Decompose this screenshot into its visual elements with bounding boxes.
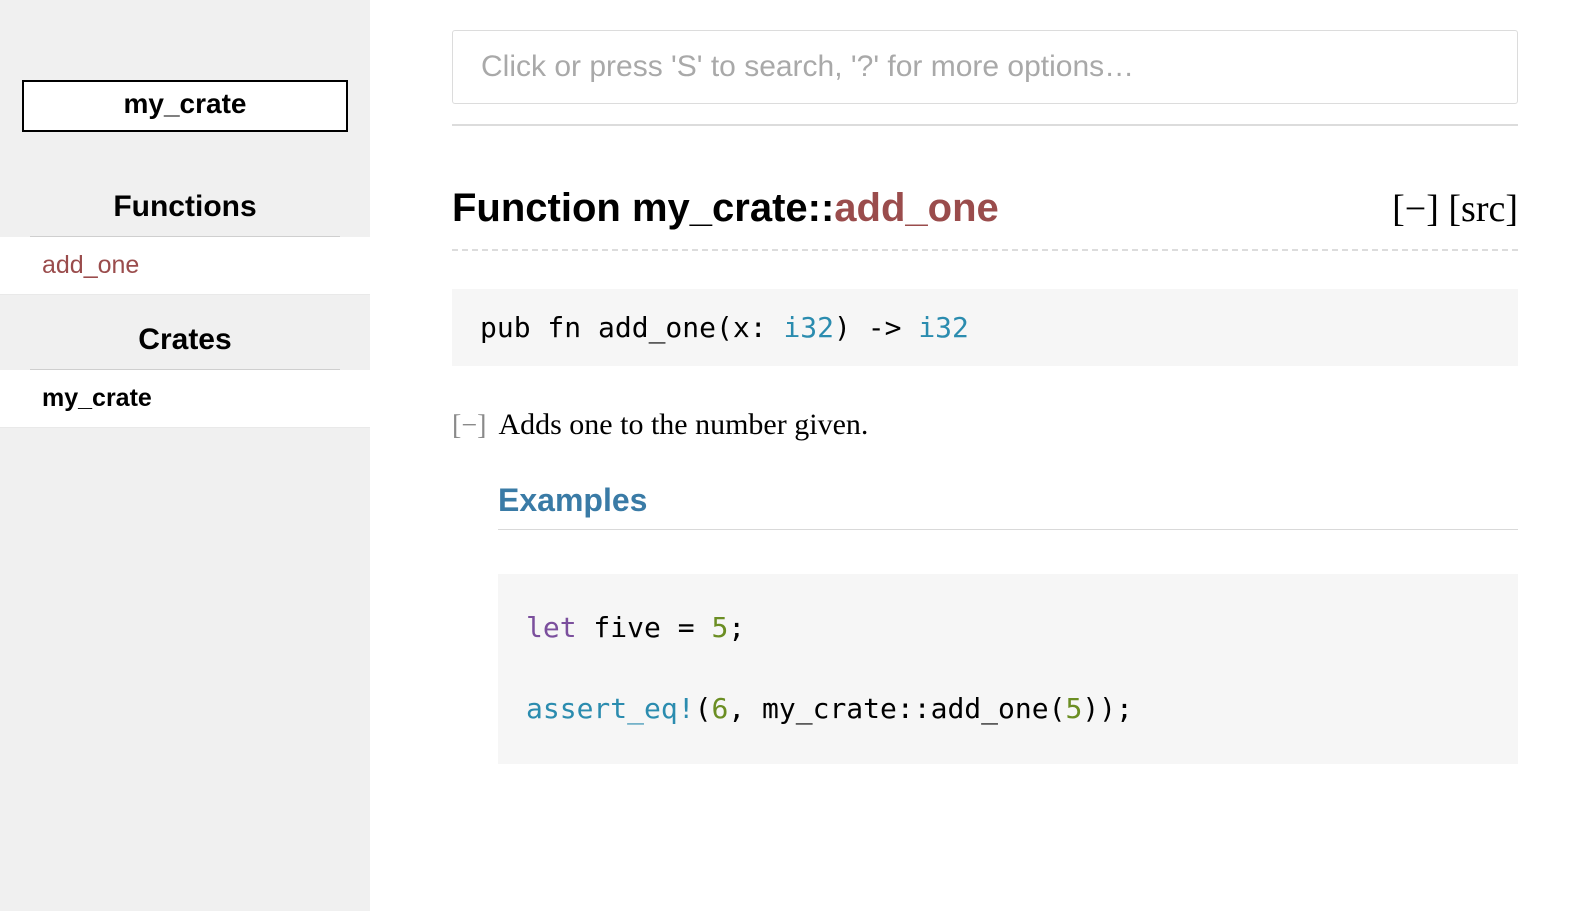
item-kind-label: Function [452,186,632,230]
divider-dashed [452,249,1518,251]
sidebar: my_crate Functions add_one Crates my_cra… [0,0,370,911]
sig-mid: ) -> [834,311,918,344]
page-title: Function my_crate::add_one [452,186,999,231]
code-token-plain: five = [577,611,712,644]
divider [452,124,1518,126]
path-separator: :: [808,186,835,230]
code-token-plain: ; [728,611,745,644]
sidebar-heading-functions: Functions [30,162,340,237]
search-input[interactable] [452,30,1518,104]
sidebar-heading-crates: Crates [30,295,340,370]
page-title-row: Function my_crate::add_one [−] [src] [452,186,1518,231]
code-token-num: 6 [711,692,728,725]
sidebar-item-my-crate[interactable]: my_crate [0,370,370,428]
docblock: Examples let five = 5; assert_eq!(6, my_… [452,482,1518,764]
src-link[interactable]: [src] [1448,188,1518,230]
sig-ret-type[interactable]: i32 [918,311,969,344]
examples-heading[interactable]: Examples [498,482,1518,530]
title-controls: [−] [src] [1392,187,1518,231]
crate-title[interactable]: my_crate [22,80,348,132]
item-name: add_one [834,186,998,230]
sig-arg-type[interactable]: i32 [783,311,834,344]
code-token-plain: ( [695,692,712,725]
example-code: let five = 5; assert_eq!(6, my_crate::ad… [498,574,1518,764]
code-token-num: 5 [1065,692,1082,725]
sidebar-item-add-one[interactable]: add_one [0,237,370,295]
function-signature: pub fn add_one(x: i32) -> i32 [452,289,1518,366]
code-token-kw: let [526,611,577,644]
summary-toggle[interactable]: [−] [452,410,486,442]
code-token-num: 5 [711,611,728,644]
item-path-prefix[interactable]: my_crate [632,186,808,230]
code-token-plain: )); [1082,692,1133,725]
collapse-toggle[interactable]: [−] [1392,188,1439,230]
sig-lead: pub fn add_one(x: [480,311,783,344]
code-token-plain: , my_crate::add_one( [728,692,1065,725]
code-token-macro: assert_eq! [526,692,695,725]
summary-text: Adds one to the number given. [498,408,868,442]
summary-row: [−] Adds one to the number given. [452,408,1518,442]
main-content: Function my_crate::add_one [−] [src] pub… [370,0,1578,911]
